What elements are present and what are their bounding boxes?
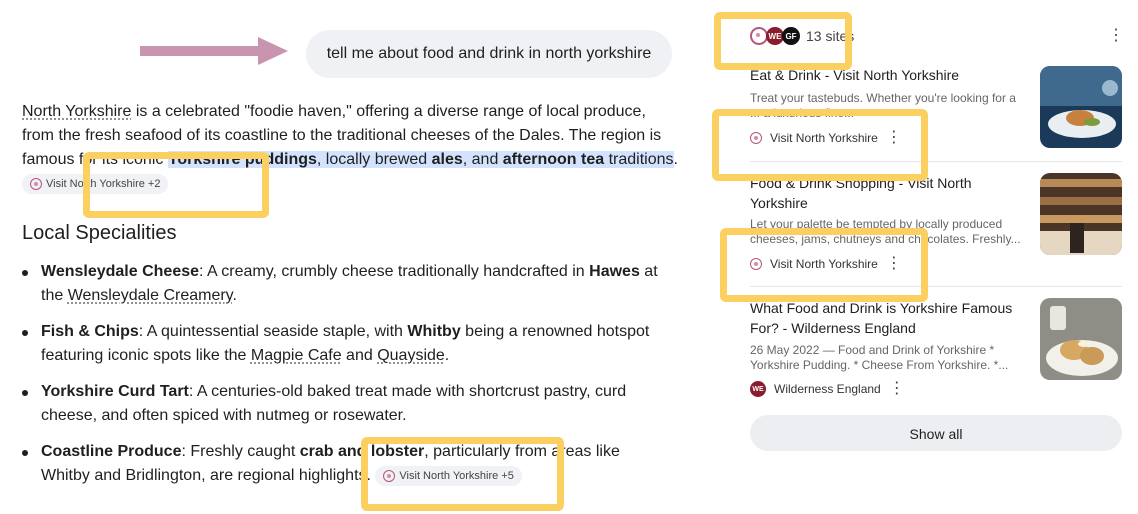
rose-icon [750, 132, 762, 144]
show-all-button[interactable]: Show all [750, 415, 1122, 451]
more-vert-icon[interactable]: ⋮ [886, 256, 902, 272]
plated-dish-photo[interactable] [1040, 66, 1122, 148]
source-card-title[interactable]: What Food and Drink is Yorkshire Famous … [750, 298, 1030, 338]
magpie-cafe-link[interactable]: Magpie Cafe [251, 347, 342, 364]
rose-icon [383, 469, 396, 482]
rose-icon [30, 177, 42, 190]
source-card-source[interactable]: Visit North Yorkshire ⋮ [750, 256, 902, 272]
more-vert-icon[interactable]: ⋮ [889, 381, 905, 397]
list-item: Coastline Produce: Freshly caught crab a… [22, 440, 672, 488]
wilderness-england-favicon-icon: WE [750, 381, 766, 397]
section-heading: Local Specialities [22, 222, 177, 244]
card-divider [750, 161, 1122, 162]
deli-shop-photo[interactable] [1040, 173, 1122, 255]
wensleydale-creamery-link[interactable]: Wensleydale Creamery [68, 287, 233, 304]
source-card-title[interactable]: Eat & Drink - Visit North Yorkshire [750, 65, 1030, 85]
citation-chip[interactable]: Visit North Yorkshire +2 [22, 173, 169, 194]
bold-yorkshire-puddings: Yorkshire puddings [167, 151, 317, 168]
list-item: Fish & Chips: A quintessential seaside s… [22, 320, 672, 368]
source-card-snippet: Treat your tastebuds. Whether you're loo… [750, 91, 1016, 120]
scones-photo[interactable] [1040, 298, 1122, 380]
list-item: Wensleydale Cheese: A creamy, crumbly ch… [22, 260, 672, 308]
citation-chip[interactable]: Visit North Yorkshire +5 [375, 465, 522, 486]
answer-intro: North Yorkshire is a celebrated "foodie … [22, 100, 682, 196]
user-prompt-bubble: tell me about food and drink in north yo… [306, 30, 672, 78]
quayside-link[interactable]: Quayside [377, 347, 445, 364]
sources-header[interactable]: WE GF 13 sites [750, 24, 854, 48]
source-card-title[interactable]: Food & Drink Shopping - Visit North York… [750, 173, 1020, 213]
more-vert-icon[interactable]: ⋮ [886, 130, 902, 146]
gf-favicon-icon: GF [782, 27, 800, 45]
source-card-source[interactable]: WE Wilderness England ⋮ [750, 381, 905, 397]
list-item: Yorkshire Curd Tart: A centuries-old bak… [22, 380, 672, 428]
highlighted-claim: Yorkshire puddings, locally brewed ales,… [167, 151, 674, 168]
bold-ales: ales [431, 151, 463, 168]
specialities-list: Wensleydale Cheese: A creamy, crumbly ch… [22, 260, 672, 500]
annotation-arrow-shaft [140, 46, 262, 56]
rose-icon [750, 258, 762, 270]
more-vert-icon[interactable]: ⋮ [1108, 28, 1124, 44]
source-card-snippet: Let your palette be tempted by locally p… [750, 217, 1021, 246]
north-yorkshire-link[interactable]: North Yorkshire [22, 103, 131, 120]
source-card-snippet: 26 May 2022 — Food and Drink of Yorkshir… [750, 343, 1009, 372]
sources-count: 13 sites [806, 28, 855, 44]
card-divider [750, 286, 1122, 287]
annotation-arrow-head [258, 37, 288, 65]
source-card-source[interactable]: Visit North Yorkshire ⋮ [750, 130, 902, 146]
bold-afternoon-tea: afternoon tea [502, 151, 605, 168]
